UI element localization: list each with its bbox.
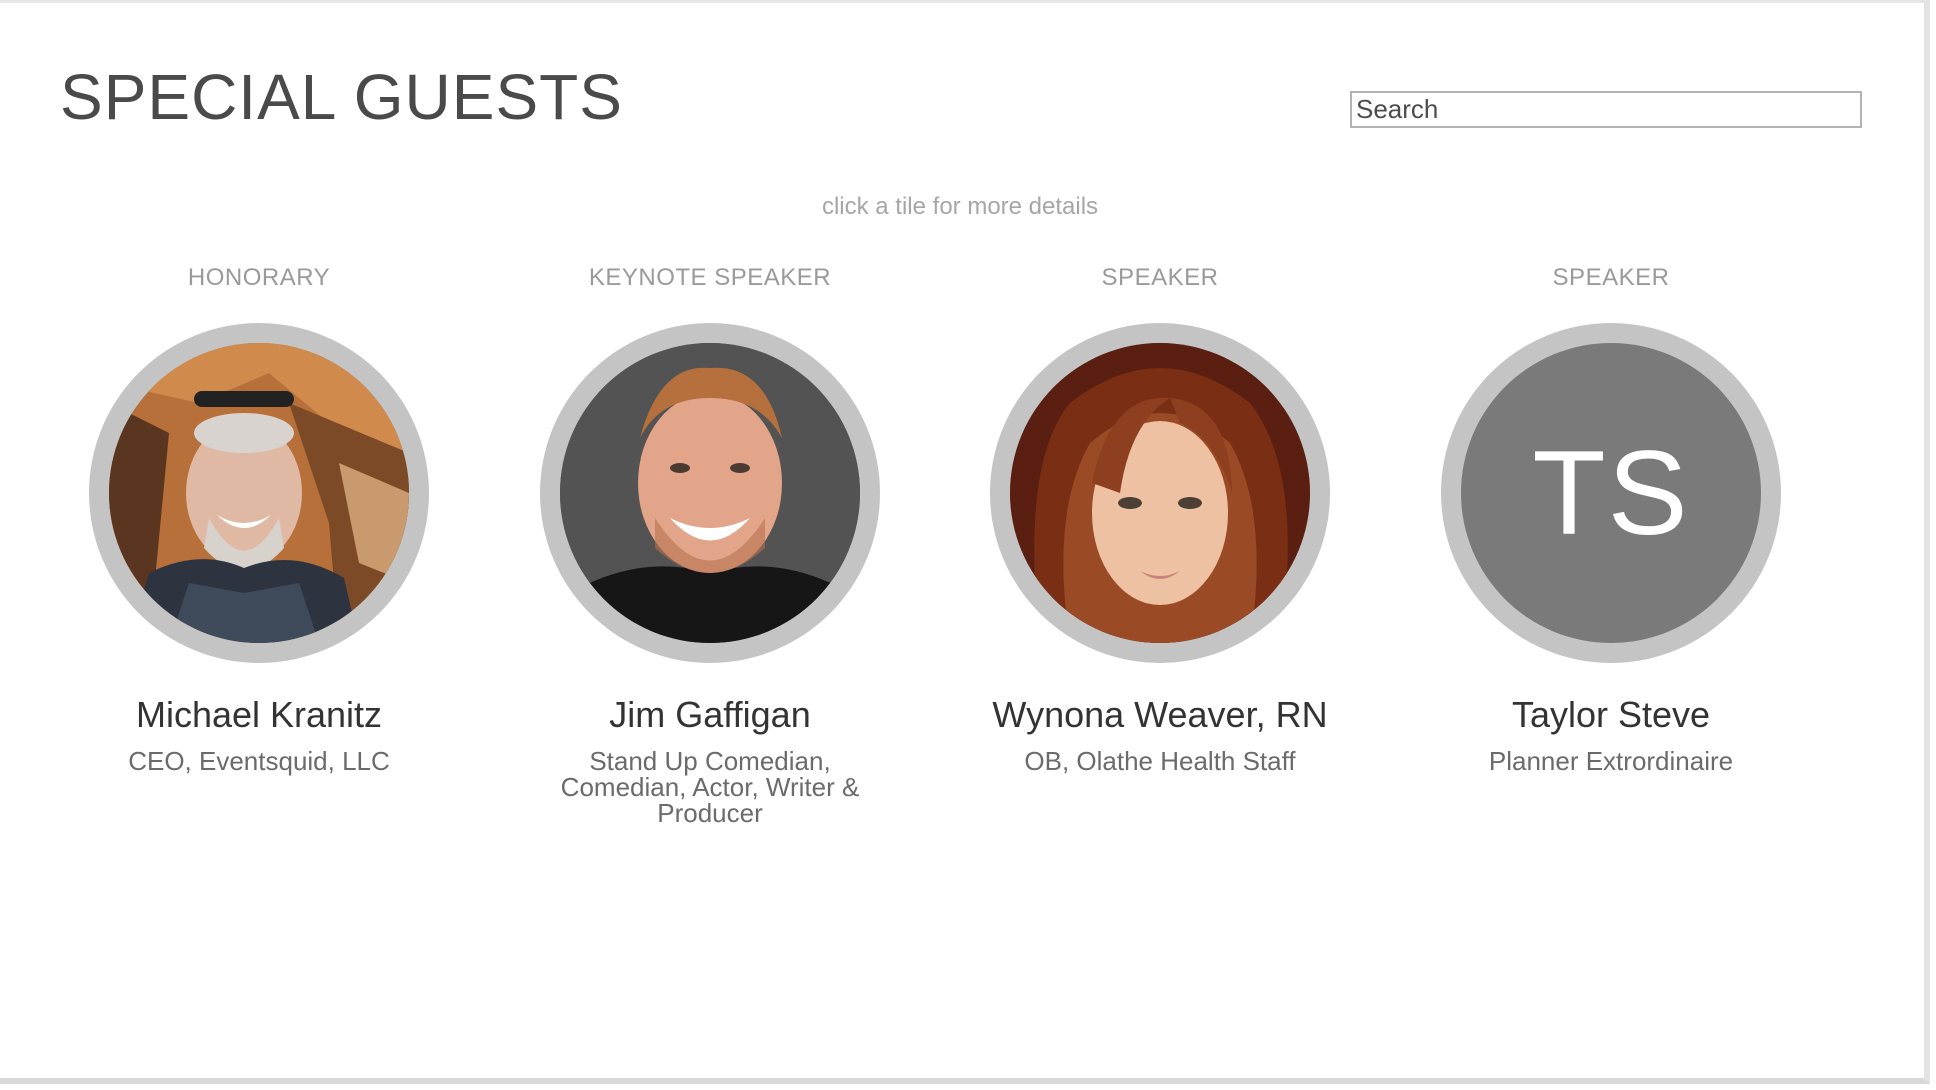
guest-photo-image [109,343,409,643]
guest-tile-taylor-steve[interactable]: SPEAKER TS Taylor Steve Planner Extrordi… [1386,263,1836,774]
guest-photo [1010,343,1310,643]
guest-description: Planner Extrordinaire [1488,746,1734,777]
avatar-initials: TS [1532,426,1690,560]
guest-initials-avatar: TS [1461,343,1761,643]
guest-tile-jim-gaffigan[interactable]: KEYNOTE SPEAKER Jim Gaffigan Stand Up Co… [485,263,935,826]
search-input[interactable] [1350,91,1862,128]
guest-tile-michael-kranitz[interactable]: HONORARY Michael Kranitz CEO, Eventsquid… [34,263,484,774]
guest-description: OB, Olathe Health Staff [1024,746,1296,777]
guest-photo [560,343,860,643]
guest-role: SPEAKER [1101,264,1219,291]
page-title: SPECIAL GUESTS [60,61,623,133]
guest-role: SPEAKER [1552,264,1670,291]
guest-role: KEYNOTE SPEAKER [588,264,832,291]
guest-photo [109,343,409,643]
avatar-ring [990,323,1330,663]
guest-photo-image [1010,343,1310,643]
guest-name: Michael Kranitz [135,694,383,735]
avatar-ring: TS [1441,323,1781,663]
guest-description: CEO, Eventsquid, LLC [128,746,390,777]
guest-name: Taylor Steve [1511,694,1711,735]
guest-role: HONORARY [187,264,331,291]
avatar-ring [89,323,429,663]
instruction-hint: click a tile for more details [821,193,1099,220]
guest-name: Wynona Weaver, RN [992,694,1328,735]
guest-description: Stand Up Comedian, Comedian, Actor, Writ… [560,746,860,829]
page-frame: SPECIAL GUESTS click a tile for more det… [0,0,1930,1084]
guest-photo-image [560,343,860,643]
guest-tile-wynona-weaver[interactable]: SPEAKER Wynona Weaver, RN OB, Olathe Hea… [935,263,1385,774]
avatar-ring [540,323,880,663]
guest-name: Jim Gaffigan [609,694,811,735]
